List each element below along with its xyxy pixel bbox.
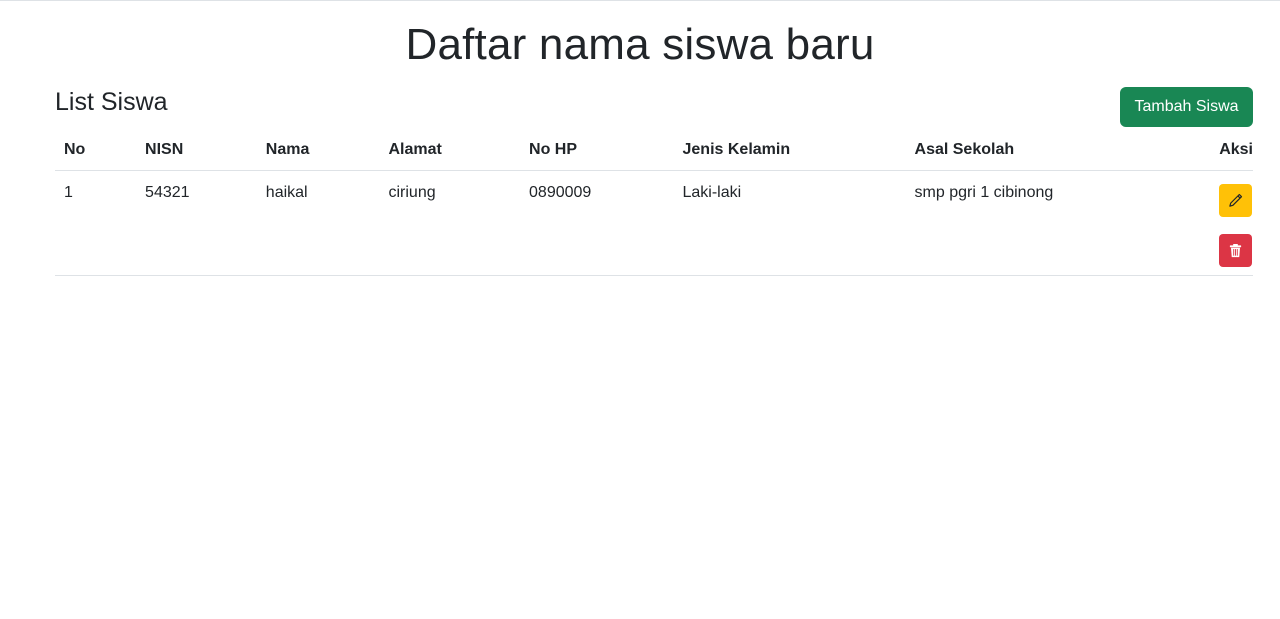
column-header-asal-sekolah: Asal Sekolah bbox=[905, 130, 1211, 171]
header-row: No NISN Nama Alamat No HP Jenis Kelamin … bbox=[55, 130, 1253, 171]
cell-actions bbox=[1210, 170, 1253, 276]
column-header-no: No bbox=[55, 130, 137, 171]
column-header-no-hp: No HP bbox=[520, 130, 674, 171]
table-header: No NISN Nama Alamat No HP Jenis Kelamin … bbox=[55, 130, 1253, 171]
delete-button[interactable] bbox=[1219, 234, 1253, 267]
cell-jenis-kelamin: Laki-laki bbox=[673, 170, 906, 276]
cell-no-hp: 0890009 bbox=[520, 170, 674, 276]
column-header-jenis-kelamin: Jenis Kelamin bbox=[673, 130, 906, 171]
add-student-button[interactable]: Tambah Siswa bbox=[1120, 87, 1253, 127]
table-row: 1 54321 haikal ciriung 0890009 Laki-laki… bbox=[55, 170, 1253, 276]
cell-alamat: ciriung bbox=[379, 170, 521, 276]
column-header-nisn: NISN bbox=[136, 130, 257, 171]
cell-nisn: 54321 bbox=[136, 170, 257, 276]
cell-asal-sekolah: smp pgri 1 cibinong bbox=[905, 170, 1211, 276]
cell-nama: haikal bbox=[256, 170, 380, 276]
column-header-aksi: Aksi bbox=[1210, 130, 1253, 171]
cell-no: 1 bbox=[55, 170, 137, 276]
column-header-nama: Nama bbox=[256, 130, 380, 171]
students-table: No NISN Nama Alamat No HP Jenis Kelamin … bbox=[55, 130, 1253, 276]
edit-button[interactable] bbox=[1219, 184, 1253, 217]
list-heading: List Siswa bbox=[55, 88, 168, 116]
trash-icon bbox=[1230, 243, 1242, 258]
pencil-icon bbox=[1229, 193, 1243, 207]
top-divider bbox=[0, 0, 1280, 1]
column-header-alamat: Alamat bbox=[379, 130, 521, 171]
page-title: Daftar nama siswa baru bbox=[405, 20, 875, 69]
table-body: 1 54321 haikal ciriung 0890009 Laki-laki… bbox=[55, 170, 1253, 276]
